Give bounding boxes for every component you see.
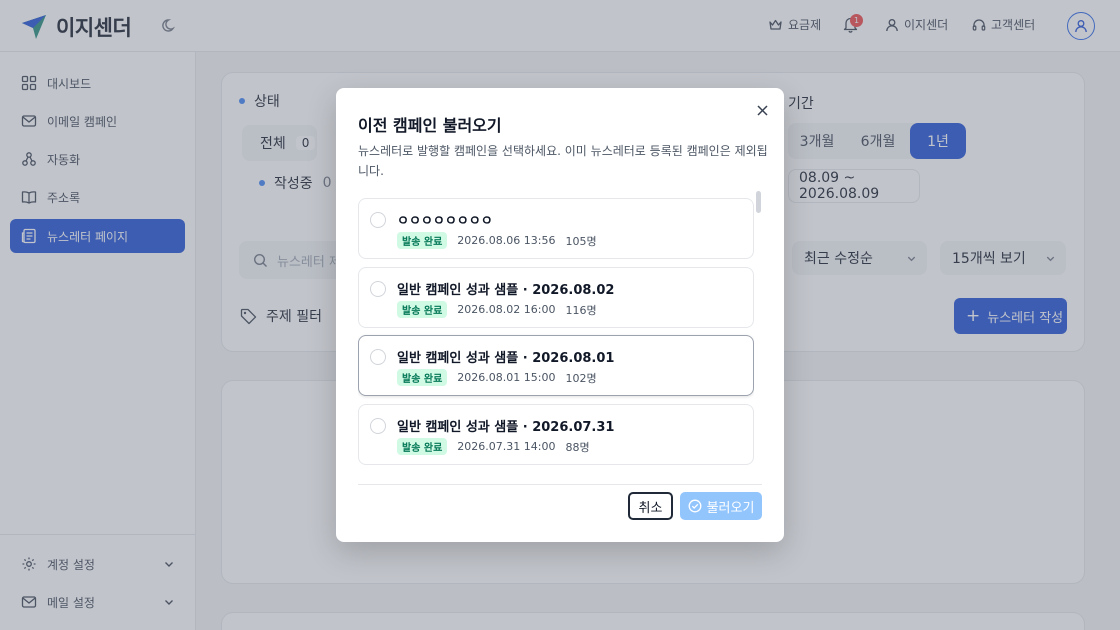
radio-button[interactable] xyxy=(370,212,386,228)
campaign-recipients: 105명 xyxy=(565,234,597,248)
load-button-label: 불러오기 xyxy=(706,500,755,516)
cancel-button[interactable]: 취소 xyxy=(628,492,673,520)
campaign-meta: 발송 완료 2026.08.06 13:56 105명 xyxy=(397,232,597,249)
modal-description: 뉴스레터로 발행할 캠페인을 선택하세요. 이미 뉴스레터로 등록된 캠페인은 … xyxy=(358,144,768,178)
check-circle-icon xyxy=(688,499,702,513)
campaign-meta: 발송 완료 2026.08.02 16:00 116명 xyxy=(397,301,597,318)
radio-button[interactable] xyxy=(370,418,386,434)
campaign-title: ㅇㅇㅇㅇㅇㅇㅇㅇ xyxy=(397,214,493,229)
campaign-datetime: 2026.08.01 15:00 xyxy=(457,371,556,384)
campaign-item[interactable]: 일반 캠페인 성과 샘플 · 2026.07.31 발송 완료 2026.07.… xyxy=(358,404,754,465)
campaign-meta: 발송 완료 2026.07.31 14:00 88명 xyxy=(397,438,590,455)
campaign-item[interactable]: 일반 캠페인 성과 샘플 · 2026.08.02 발송 완료 2026.08.… xyxy=(358,267,754,328)
modal-title: 이전 캠페인 불러오기 xyxy=(358,116,502,135)
status-badge: 발송 완료 xyxy=(397,438,448,455)
close-icon[interactable] xyxy=(754,102,770,118)
campaign-title: 일반 캠페인 성과 샘플 · 2026.08.02 xyxy=(397,283,615,298)
scrollbar-thumb[interactable] xyxy=(756,191,761,213)
campaign-title: 일반 캠페인 성과 샘플 · 2026.07.31 xyxy=(397,420,615,435)
status-badge: 발송 완료 xyxy=(397,232,448,249)
campaign-datetime: 2026.08.06 13:56 xyxy=(457,234,556,247)
radio-button[interactable] xyxy=(370,349,386,365)
campaign-recipients: 102명 xyxy=(565,371,597,385)
campaign-title: 일반 캠페인 성과 샘플 · 2026.08.01 xyxy=(397,351,615,366)
load-campaign-modal: 이전 캠페인 불러오기 뉴스레터로 발행할 캠페인을 선택하세요. 이미 뉴스레… xyxy=(336,88,784,542)
campaign-recipients: 116명 xyxy=(565,303,597,317)
campaign-datetime: 2026.08.02 16:00 xyxy=(457,303,556,316)
status-badge: 발송 완료 xyxy=(397,369,448,386)
status-badge: 발송 완료 xyxy=(397,301,448,318)
campaign-recipients: 88명 xyxy=(565,440,590,454)
campaign-list: ㅇㅇㅇㅇㅇㅇㅇㅇ 발송 완료 2026.08.06 13:56 105명 일반 … xyxy=(358,198,754,466)
modal-divider xyxy=(358,484,762,485)
campaign-datetime: 2026.07.31 14:00 xyxy=(457,440,556,453)
campaign-item[interactable]: ㅇㅇㅇㅇㅇㅇㅇㅇ 발송 완료 2026.08.06 13:56 105명 xyxy=(358,198,754,259)
campaign-meta: 발송 완료 2026.08.01 15:00 102명 xyxy=(397,369,597,386)
radio-button[interactable] xyxy=(370,281,386,297)
campaign-item[interactable]: 일반 캠페인 성과 샘플 · 2026.08.01 발송 완료 2026.08.… xyxy=(358,335,754,396)
load-button[interactable]: 불러오기 xyxy=(680,492,762,520)
